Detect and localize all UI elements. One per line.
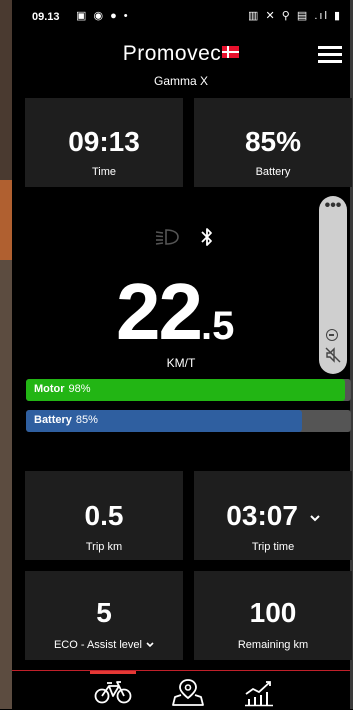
battery-bar: Battery 85% (26, 410, 351, 432)
zoom-out-icon[interactable] (326, 329, 338, 341)
hamburger-menu-icon[interactable] (318, 46, 342, 64)
time-label: Time (91, 166, 117, 178)
stats-chart-icon[interactable] (240, 677, 280, 707)
assist-level-row: ECO - Assist level (25, 639, 183, 651)
assist-level-label: ECO - Assist level (53, 639, 142, 651)
remaining-km-value: 100 (249, 597, 297, 628)
notification-icons: ▣ ◉ ● • (76, 10, 130, 22)
trip-km-value: 0.5 (84, 500, 124, 531)
trip-time-label: Trip time (251, 541, 295, 553)
motor-label: Motor (34, 383, 65, 395)
bike-model: Gamma X (153, 74, 208, 88)
chevron-down-icon[interactable] (146, 642, 154, 648)
trip-km-label: Trip km (85, 541, 123, 553)
status-bar: 09.13 ▣ ◉ ● • ▥ ✕ ⚲ ▤ .ıl ▮ (12, 0, 350, 36)
assist-level-value: 5 (96, 597, 112, 628)
battery-label: Battery (255, 166, 291, 178)
battery-bar-percent: 85% (75, 414, 98, 426)
battery-card: 85% Battery (194, 98, 352, 187)
trip-time-value: 03:07 (226, 500, 298, 531)
brand-name: Promovec (122, 42, 222, 65)
trip-km-card: 0.5 Trip km (25, 471, 183, 560)
background-app-edge (0, 0, 12, 709)
chevron-down-icon[interactable] (309, 514, 320, 522)
remaining-km-label: Remaining km (237, 639, 309, 651)
battery-bar-text: Battery 85% (34, 414, 98, 426)
app-screen: 09.13 ▣ ◉ ● • ▥ ✕ ⚲ ▤ .ıl ▮ Promovec Gam… (12, 0, 352, 710)
assist-level-card[interactable]: 5 ECO - Assist level (25, 571, 183, 660)
map-location-icon[interactable] (168, 677, 208, 707)
system-status-icons: ▥ ✕ ⚲ ▤ .ıl ▮ (248, 10, 342, 22)
brand-logo: Promovec (12, 42, 350, 66)
motor-bar: Motor 98% (26, 379, 351, 401)
trip-time-value-row: 03:07 (194, 500, 352, 532)
battery-value: 85% (244, 126, 302, 157)
time-card: 09:13 Time (25, 98, 183, 187)
bicycle-icon[interactable] (93, 677, 133, 707)
danish-flag-icon (222, 46, 240, 59)
headlight-icon[interactable] (152, 227, 182, 247)
speed-integer: 22 (116, 267, 203, 356)
battery-bar-label: Battery (34, 414, 72, 426)
speed-readout: 22.5 (116, 266, 234, 358)
remaining-km-card: 100 Remaining km (194, 571, 352, 660)
status-time: 09.13 (32, 11, 60, 23)
speed-unit: KM/T (166, 356, 196, 370)
bottom-navigation (12, 670, 350, 710)
trip-time-card[interactable]: 03:07 Trip time (194, 471, 352, 560)
time-value: 09:13 (68, 126, 140, 157)
active-tab-indicator (90, 671, 136, 674)
speed-decimal: .5 (200, 304, 235, 348)
side-control-panel[interactable]: ••• (319, 196, 347, 374)
motor-bar-text: Motor 98% (34, 383, 91, 395)
more-options-icon[interactable]: ••• (319, 198, 347, 214)
motor-percent: 98% (68, 383, 91, 395)
bluetooth-icon[interactable] (198, 226, 216, 248)
